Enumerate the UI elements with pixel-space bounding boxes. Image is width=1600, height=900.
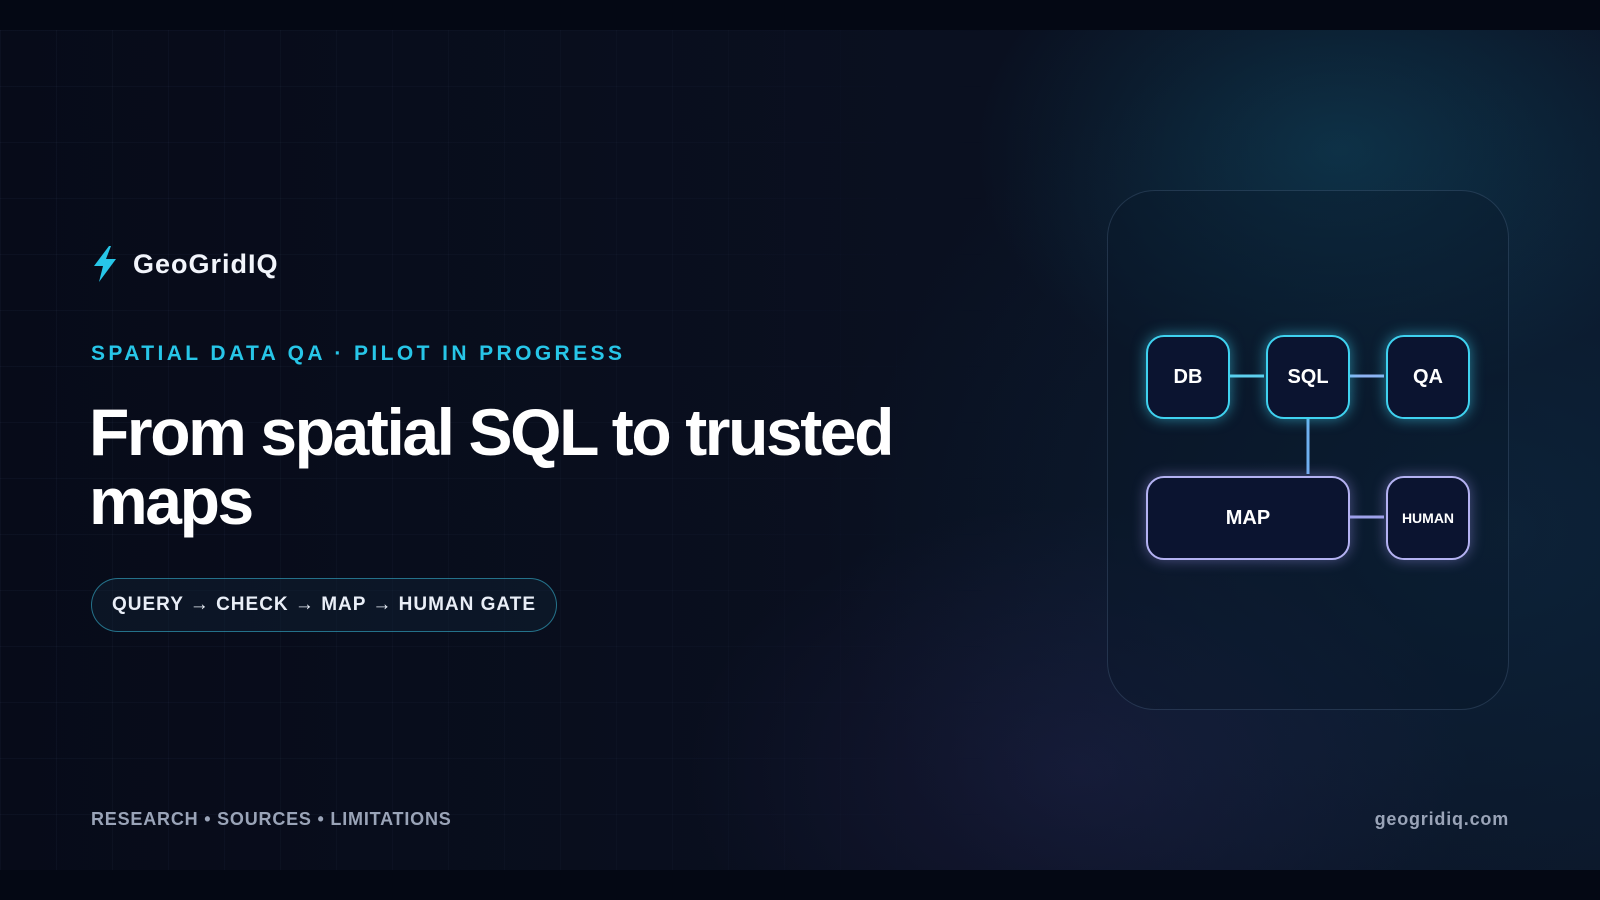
page-title: From spatial SQL to trusted maps <box>89 395 894 538</box>
footer-topics: RESEARCH • SOURCES • LIMITATIONS <box>91 809 452 829</box>
slide-canvas: GeoGridIQ SPATIAL DATA QA · PILOT IN PRO… <box>0 30 1600 870</box>
node-sql-label: SQL <box>1287 365 1329 388</box>
node-qa-label: QA <box>1413 365 1443 388</box>
footer-url: geogridiq.com <box>1374 809 1509 829</box>
node-map-label: MAP <box>1225 506 1271 529</box>
connector-lines <box>1229 374 1384 519</box>
brand-name: GeoGridIQ <box>133 248 279 279</box>
kicker-label: SPATIAL DATA QA · PILOT IN PROGRESS <box>91 342 626 365</box>
node-human-label: HUMAN <box>1401 510 1455 526</box>
diagram-panel: DB SQL QA MAP HUMAN <box>1107 190 1509 710</box>
node-qa: QA <box>1386 335 1470 419</box>
node-db-label: DB <box>1173 365 1203 388</box>
lightning-bolt-icon <box>94 246 116 282</box>
pipeline-pill: QUERY → CHECK → MAP → HUMAN GATE <box>91 578 557 632</box>
node-map: MAP <box>1146 476 1350 560</box>
bottom-letterbox-bar <box>0 870 1600 900</box>
node-human: HUMAN <box>1386 476 1470 560</box>
brand-lockup: GeoGridIQ <box>91 246 279 282</box>
top-letterbox-bar <box>0 0 1600 30</box>
node-sql: SQL <box>1266 335 1350 419</box>
node-db: DB <box>1146 335 1230 419</box>
